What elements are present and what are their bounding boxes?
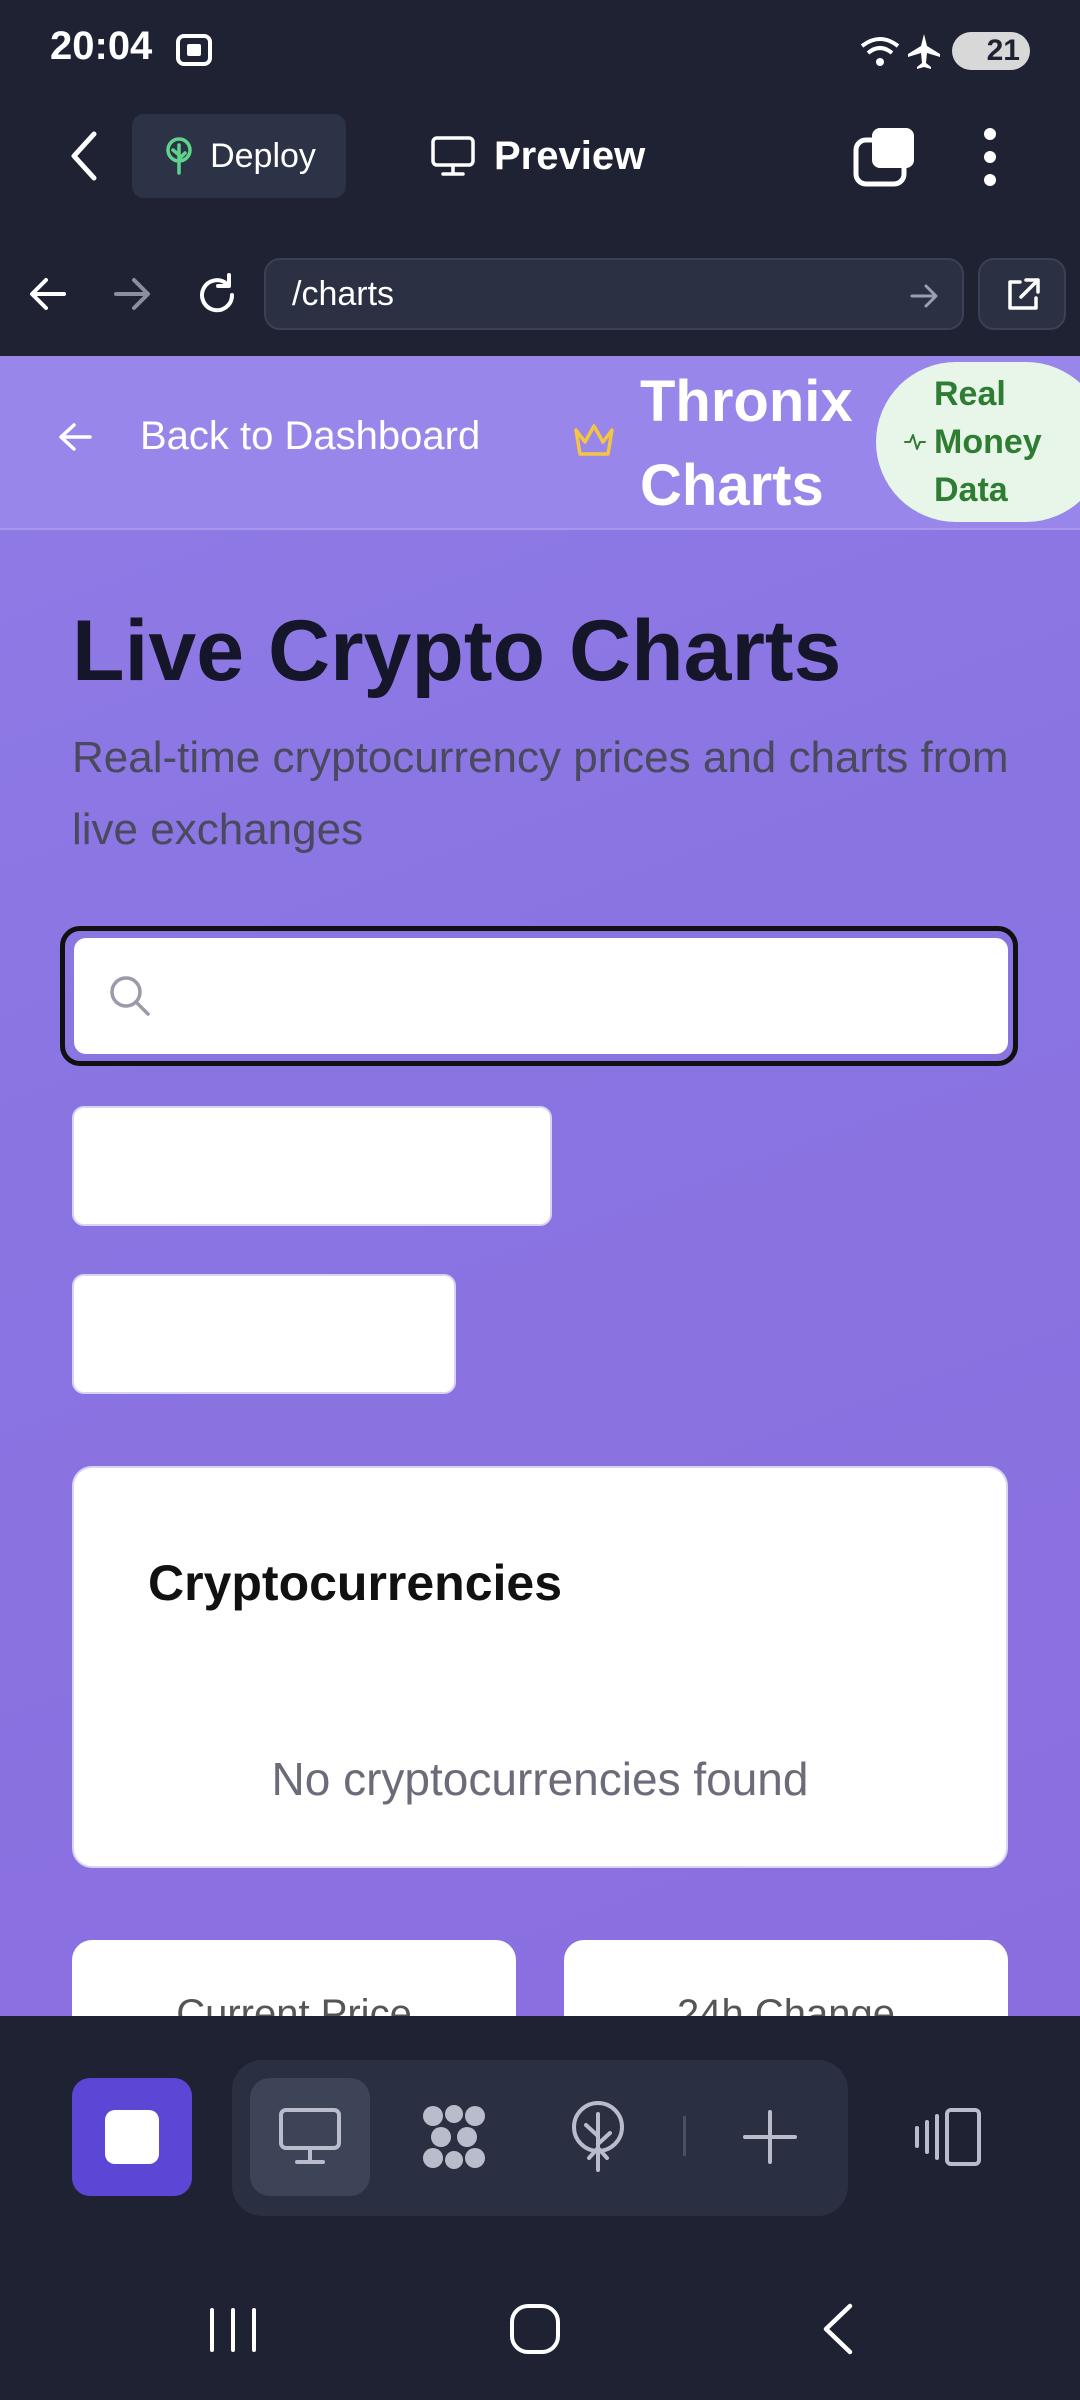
tabs-icon[interactable] xyxy=(852,126,916,188)
battery-indicator: 21 xyxy=(952,32,1030,70)
recent-apps-icon[interactable] xyxy=(206,2306,260,2354)
reload-icon[interactable] xyxy=(194,272,240,318)
deploy-button[interactable]: Deploy xyxy=(132,114,346,198)
open-external-button[interactable] xyxy=(978,258,1066,330)
badge-line-3: Data xyxy=(934,471,1008,509)
badge-line-2: Money xyxy=(934,423,1042,461)
brand-name: Thronix Charts xyxy=(640,360,853,528)
device-frames-icon xyxy=(915,2108,981,2166)
go-arrow-icon[interactable] xyxy=(910,282,940,310)
activity-icon xyxy=(904,434,926,450)
24h-change-label: 24h Change xyxy=(677,1992,895,2016)
preview-label: Preview xyxy=(494,133,646,178)
arrow-left-icon xyxy=(59,422,92,451)
filter-select-2[interactable] xyxy=(72,1274,456,1394)
preview-button[interactable]: Preview xyxy=(430,114,645,198)
web-content: Back to Dashboard Thronix Charts Real Mo… xyxy=(0,356,1080,2016)
stop-button[interactable] xyxy=(72,2078,192,2196)
current-price-card: Current Price xyxy=(72,1940,516,2016)
cryptocurrencies-card: Cryptocurrencies No cryptocurrencies fou… xyxy=(72,1466,1008,1868)
toolbar-divider xyxy=(683,2116,686,2156)
page-subtitle: Real-time cryptocurrency prices and char… xyxy=(72,733,1009,854)
cluster-icon xyxy=(423,2105,485,2169)
system-back-icon[interactable] xyxy=(818,2302,858,2356)
search-box[interactable] xyxy=(74,938,1008,1054)
deploy-tree-icon xyxy=(572,2101,624,2172)
airplane-mode-icon xyxy=(908,34,940,69)
screenshot-icon xyxy=(176,34,212,66)
brand-line-1: Thronix xyxy=(640,369,853,434)
filter-select-1[interactable] xyxy=(72,1106,552,1226)
brand-line-2: Charts xyxy=(640,453,824,518)
badge-line-1: Real xyxy=(934,375,1006,413)
back-icon[interactable] xyxy=(64,130,106,182)
deploy-tree-icon xyxy=(166,137,192,175)
24h-change-card: 24h Change xyxy=(564,1940,1008,2016)
back-to-dashboard-label: Back to Dashboard xyxy=(140,414,481,458)
monitor-icon xyxy=(431,136,475,176)
deploy-label: Deploy xyxy=(210,136,316,175)
stop-icon xyxy=(105,2110,159,2164)
url-bar[interactable]: /charts xyxy=(264,258,964,330)
empty-state-text: No cryptocurrencies found xyxy=(271,1753,809,1805)
device-layout-button[interactable] xyxy=(888,2078,1008,2196)
browser-forward-icon[interactable] xyxy=(112,274,152,314)
deploy-tool-button[interactable] xyxy=(538,2078,658,2196)
back-to-dashboard-link[interactable]: Back to Dashboard xyxy=(56,414,480,459)
page-title: Live Crypto Charts xyxy=(72,603,842,699)
search-input[interactable] xyxy=(176,972,980,1020)
add-button[interactable] xyxy=(710,2078,830,2196)
status-time: 20:04 xyxy=(50,24,153,68)
home-icon[interactable] xyxy=(508,2302,562,2356)
real-money-data-badge: Real Money Data xyxy=(876,362,1080,522)
cryptocurrencies-title: Cryptocurrencies xyxy=(148,1555,563,1611)
monitor-icon xyxy=(279,2108,341,2164)
external-link-icon xyxy=(1008,278,1040,310)
battery-level: 21 xyxy=(986,34,1020,67)
desktop-view-button[interactable] xyxy=(250,2078,370,2196)
integrations-button[interactable] xyxy=(394,2078,514,2196)
wifi-icon xyxy=(860,37,900,66)
plus-icon xyxy=(743,2110,797,2164)
current-price-label: Current Price xyxy=(176,1992,412,2016)
crown-icon xyxy=(574,424,614,456)
browser-back-icon[interactable] xyxy=(28,274,68,314)
search-icon xyxy=(110,976,150,1016)
url-text: /charts xyxy=(292,274,395,313)
more-options-icon[interactable] xyxy=(980,124,1000,190)
